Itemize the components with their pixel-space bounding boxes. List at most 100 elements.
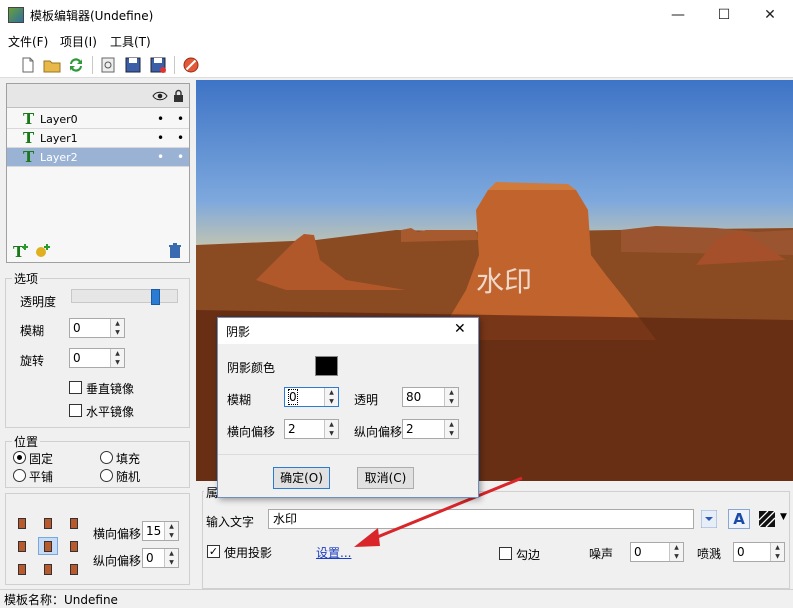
lock-dot[interactable]: •	[177, 131, 184, 145]
dialog-blur-spinner[interactable]: 0 ▲ ▼	[284, 387, 339, 407]
tile-radio[interactable]	[13, 469, 26, 482]
spinner-arrows[interactable]: ▲ ▼	[444, 420, 458, 438]
anchor-cell[interactable]	[38, 560, 58, 578]
menu-tools[interactable]: 工具(T)	[110, 33, 151, 50]
spinner-arrows[interactable]: ▲ ▼	[164, 522, 178, 540]
tile-label: 平铺	[29, 470, 54, 484]
anchor-cell[interactable]	[64, 560, 84, 578]
font-button[interactable]: A	[728, 509, 750, 529]
window-title: 模板编辑器(Undefine)	[30, 9, 154, 23]
random-radio[interactable]	[100, 469, 113, 482]
dialog-opacity-label: 透明	[354, 393, 379, 407]
dialog-v-offset-spinner[interactable]: 2 ▲ ▼	[402, 419, 459, 439]
toolbar	[0, 52, 793, 78]
h-offset-value: 15	[146, 524, 162, 538]
dialog-close-button[interactable]: ✕	[454, 321, 466, 337]
spray-spinner[interactable]: 0 ▲ ▼	[733, 542, 785, 562]
anchor-cell[interactable]	[12, 560, 32, 578]
lock-dot[interactable]: •	[177, 150, 184, 164]
input-text-label: 输入文字	[206, 515, 255, 529]
rotate-spinner[interactable]: 0 ▲ ▼	[69, 348, 125, 368]
opacity-label: 透明度	[20, 295, 57, 309]
visibility-dot[interactable]: •	[157, 112, 164, 126]
random-label: 随机	[116, 470, 141, 484]
anchor-cell[interactable]	[12, 537, 32, 555]
spinner-arrows[interactable]: ▲ ▼	[444, 388, 458, 406]
noise-spinner[interactable]: 0 ▲ ▼	[630, 542, 684, 562]
add-text-layer-icon[interactable]: T	[12, 242, 30, 260]
dialog-opacity-spinner[interactable]: 80 ▲ ▼	[402, 387, 459, 407]
open-folder-icon[interactable]	[42, 55, 62, 75]
new-file-icon[interactable]	[18, 55, 38, 75]
save-as-icon[interactable]	[148, 55, 168, 75]
watermark-text[interactable]: 水印	[476, 260, 532, 300]
delete-layer-icon[interactable]	[168, 243, 182, 259]
shadow-dialog: 阴影 ✕ 阴影颜色 模糊 0 ▲ ▼ 透明 80 ▲ ▼ 横向偏移 2 ▲ ▼ 纵向偏移 2…	[217, 317, 479, 498]
fixed-radio[interactable]	[13, 451, 26, 464]
layer-row-0[interactable]: T Layer0 • •	[7, 110, 189, 129]
chevron-down-icon[interactable]: ▼	[780, 512, 787, 522]
status-bar: 模板名称：Undefine	[0, 589, 793, 607]
layer-row-1[interactable]: T Layer1 • •	[7, 129, 189, 148]
lock-dot[interactable]: •	[177, 112, 184, 126]
anchor-marker-icon	[18, 564, 26, 575]
h-offset-spinner[interactable]: 15 ▲ ▼	[142, 521, 179, 541]
flip-horizontal-checkbox[interactable]	[69, 404, 82, 417]
spinner-arrows[interactable]: ▲ ▼	[669, 543, 683, 561]
history-dropdown-button[interactable]	[700, 509, 718, 529]
maximize-button[interactable]: ☐	[701, 0, 747, 30]
options-title: 选项	[12, 270, 41, 287]
opacity-slider-thumb[interactable]	[151, 289, 160, 305]
status-text: 模板名称：Undefine	[4, 593, 118, 607]
use-shadow-checkbox[interactable]: ✓	[207, 545, 220, 558]
save-icon[interactable]	[123, 55, 143, 75]
color-pattern-button[interactable]	[758, 510, 776, 528]
layer-name: Layer0	[40, 113, 78, 126]
anchor-cell[interactable]	[64, 514, 84, 532]
blur-spinner[interactable]: 0 ▲ ▼	[69, 318, 125, 338]
flip-vertical-label: 垂直镜像	[86, 382, 135, 396]
layer-row-2[interactable]: T Layer2 • •	[7, 148, 189, 167]
anchor-marker-icon	[44, 541, 52, 552]
add-image-layer-icon[interactable]	[34, 242, 52, 260]
layers-header	[7, 84, 189, 108]
cancel-button[interactable]: 取消(C)	[357, 467, 414, 489]
fill-radio[interactable]	[100, 451, 113, 464]
anchor-cell[interactable]	[64, 537, 84, 555]
close-button[interactable]: ✕	[747, 0, 793, 30]
spinner-arrows[interactable]: ▲ ▼	[110, 319, 124, 337]
spinner-arrows[interactable]: ▲ ▼	[770, 543, 784, 561]
anchor-cell[interactable]	[38, 514, 58, 532]
preview-icon[interactable]	[98, 55, 118, 75]
visibility-dot[interactable]: •	[157, 131, 164, 145]
opacity-slider[interactable]	[71, 289, 178, 305]
menu-project[interactable]: 项目(I)	[60, 33, 97, 50]
text-layer-icon: T	[23, 148, 35, 166]
v-offset-spinner[interactable]: 0 ▲ ▼	[142, 548, 179, 568]
anchor-marker-icon	[44, 564, 52, 575]
menu-file[interactable]: 文件(F)	[8, 33, 48, 50]
stop-icon[interactable]	[181, 55, 201, 75]
refresh-icon[interactable]	[66, 55, 86, 75]
title-bar: 模板编辑器(Undefine) — ☐ ✕	[0, 0, 793, 30]
visibility-dot[interactable]: •	[157, 150, 164, 164]
spinner-arrows[interactable]: ▲ ▼	[324, 420, 338, 438]
anchor-marker-icon	[18, 518, 26, 529]
dialog-h-offset-spinner[interactable]: 2 ▲ ▼	[284, 419, 339, 439]
spinner-arrows[interactable]: ▲ ▼	[164, 549, 178, 567]
anchor-marker-icon	[70, 518, 78, 529]
dialog-v-offset-value: 2	[406, 422, 414, 436]
flip-vertical-checkbox[interactable]	[69, 381, 82, 394]
anchor-cell[interactable]	[12, 514, 32, 532]
dialog-footer: 确定(O) 取消(C)	[218, 454, 478, 497]
spinner-arrows[interactable]: ▲ ▼	[110, 349, 124, 367]
h-offset-label: 横向偏移	[93, 527, 142, 541]
blur-label: 模糊	[20, 324, 45, 338]
minimize-button[interactable]: —	[655, 0, 701, 30]
menu-bar: 文件(F) 项目(I) 工具(T)	[0, 30, 793, 52]
ok-button[interactable]: 确定(O)	[273, 467, 330, 489]
text-layer-icon: T	[23, 110, 35, 128]
spinner-arrows[interactable]: ▲ ▼	[324, 388, 338, 406]
anchor-cell[interactable]	[38, 537, 58, 555]
shadow-color-swatch[interactable]	[315, 356, 338, 376]
